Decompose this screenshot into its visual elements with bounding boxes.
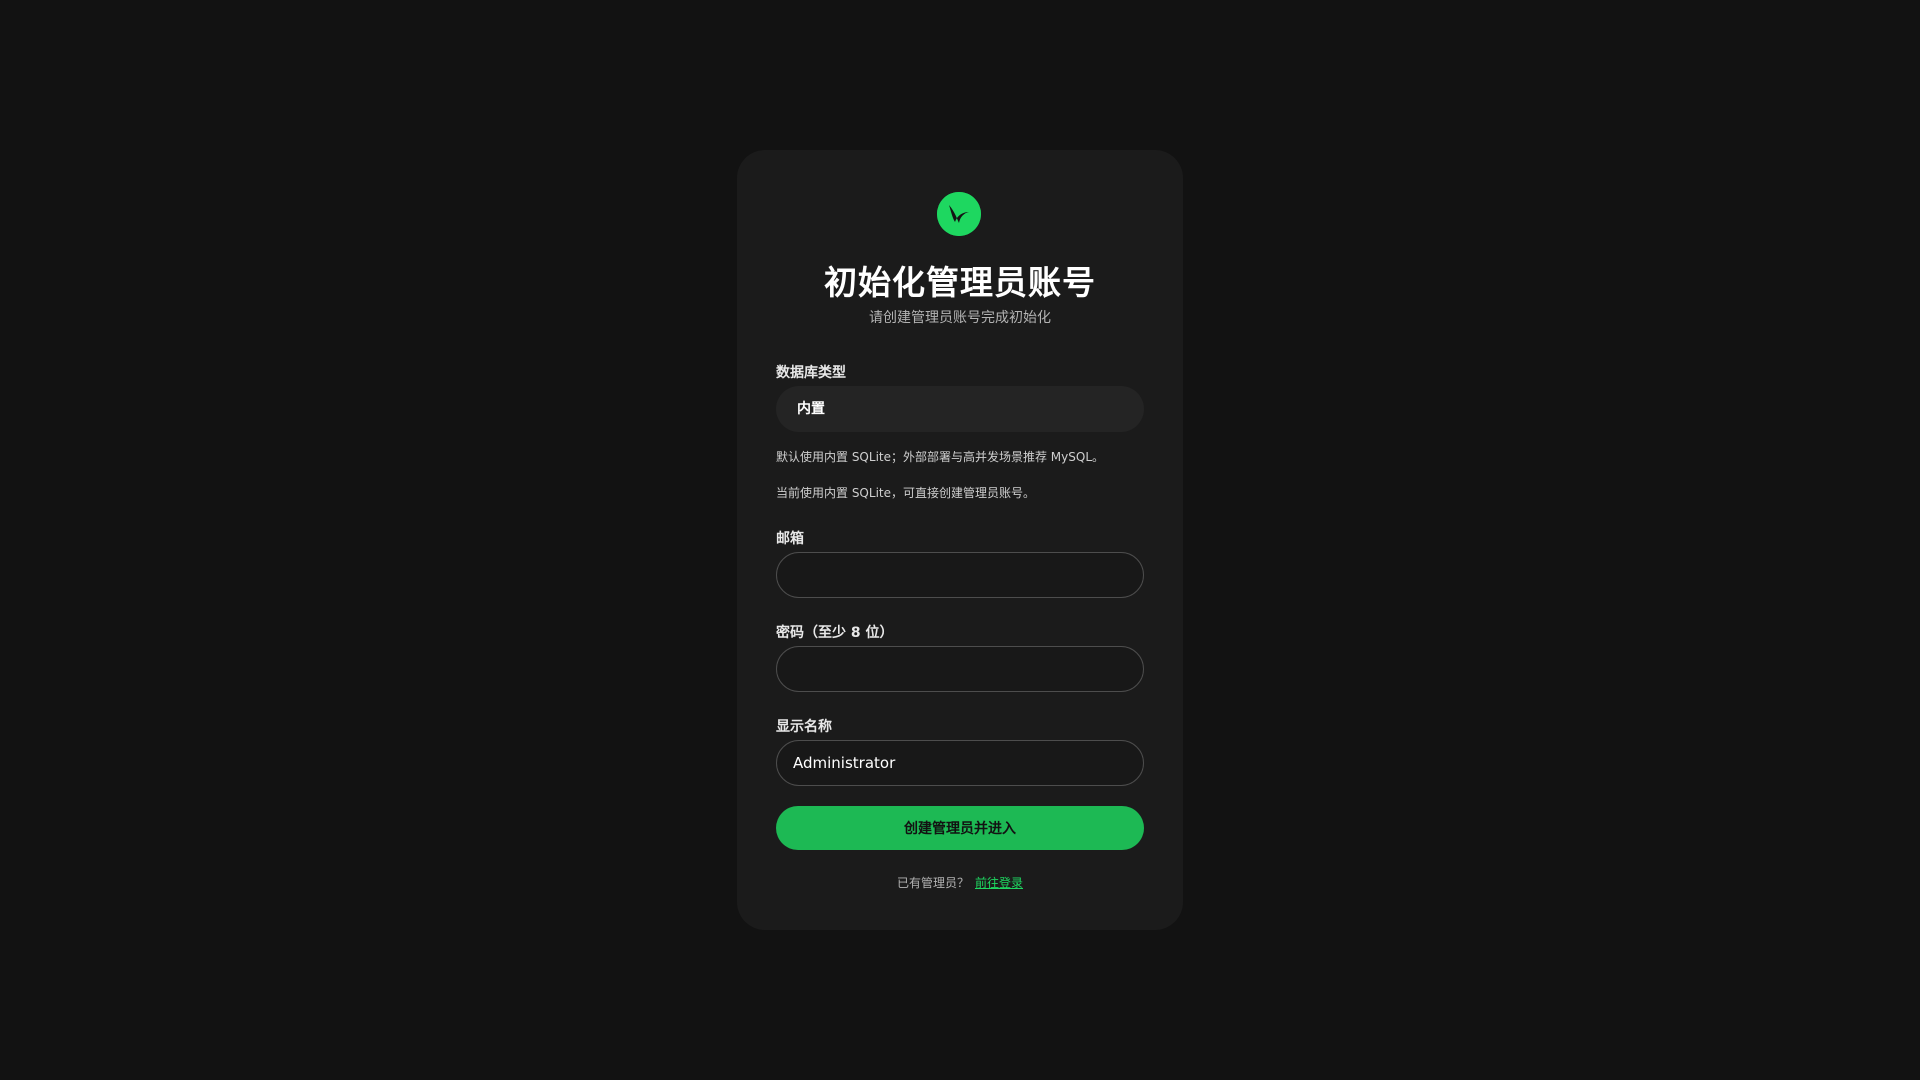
go-to-login-link[interactable]: 前往登录 (975, 876, 1023, 890)
display-name-label: 显示名称 (776, 719, 832, 735)
setup-card: 初始化管理员账号 请创建管理员账号完成初始化 数据库类型 内置 默认使用内置 S… (737, 150, 1183, 930)
login-prompt: 已有管理员？ 前往登录 (737, 874, 1183, 891)
email-field[interactable] (776, 552, 1144, 598)
db-type-label: 数据库类型 (776, 365, 846, 381)
db-hint-default: 默认使用内置 SQLite；外部部署与高并发场景推荐 MySQL。 (776, 450, 1105, 464)
page-subtitle: 请创建管理员账号完成初始化 (869, 310, 1051, 326)
page-title: 初始化管理员账号 (824, 263, 1096, 302)
password-field[interactable] (776, 646, 1144, 692)
db-hint-current: 当前使用内置 SQLite，可直接创建管理员账号。 (776, 486, 1035, 500)
login-prompt-text: 已有管理员？ (896, 876, 969, 890)
display-name-field[interactable] (776, 740, 1144, 786)
create-admin-button[interactable]: 创建管理员并进入 (776, 806, 1144, 850)
brand-logo-icon (937, 192, 981, 236)
db-type-select[interactable]: 内置 (776, 386, 1144, 432)
email-label: 邮箱 (776, 531, 804, 547)
password-label: 密码（至少 8 位） (776, 625, 894, 641)
